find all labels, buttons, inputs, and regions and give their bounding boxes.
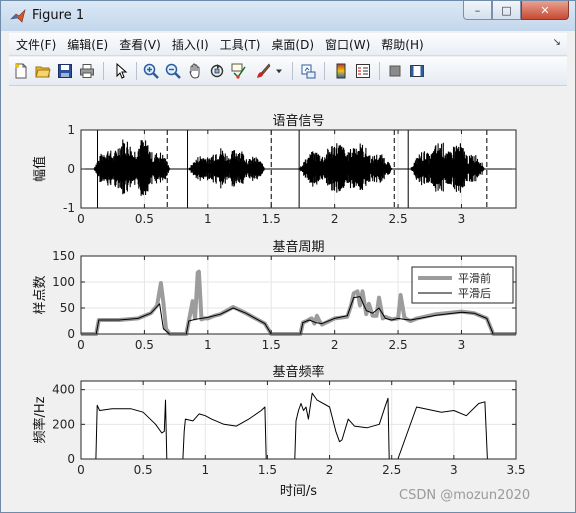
chart-title: 基音频率 — [272, 364, 324, 380]
new-figure-icon[interactable] — [11, 61, 31, 81]
brush-dropdown-icon[interactable] — [273, 61, 285, 81]
menu-tools[interactable]: 工具(T) — [220, 36, 261, 53]
x-tick-label: 0.5 — [134, 463, 153, 477]
y-tick-label: 1 — [67, 123, 75, 137]
chart-title: 语音信号 — [272, 113, 324, 129]
close-button[interactable]: ✕ — [521, 1, 569, 20]
y-axis-label: 频率/Hz — [32, 396, 48, 443]
x-tick-label: 1.5 — [258, 463, 277, 477]
toolbar-separator — [324, 62, 325, 80]
brush-icon[interactable] — [253, 61, 273, 81]
x-tick-label: 1.5 — [262, 338, 281, 352]
x-axis-label: 时间/s — [280, 484, 317, 499]
y-tick-label: 100 — [52, 275, 75, 289]
y-axis-label: 幅值 — [32, 156, 48, 182]
y-tick-label: 400 — [52, 383, 75, 397]
chart-title: 基音周期 — [272, 239, 324, 255]
y-tick-label: 0 — [67, 162, 75, 176]
zoom-in-icon[interactable] — [141, 61, 161, 81]
save-icon[interactable] — [55, 61, 75, 81]
y-axis-label: 样点数 — [33, 275, 48, 314]
toolbar-separator — [379, 62, 380, 80]
y-tick-label: 150 — [52, 249, 75, 263]
axes-3 — [80, 380, 517, 460]
y-tick-label: -1 — [63, 201, 75, 215]
x-tick-label: 3 — [450, 463, 458, 477]
dock-arrow-icon[interactable]: ↘ — [553, 37, 561, 48]
x-tick-label: 2 — [331, 212, 339, 226]
zoom-out-icon[interactable] — [163, 61, 183, 81]
matlab-logo-icon — [10, 9, 26, 23]
colorbar-icon[interactable] — [331, 61, 351, 81]
x-tick-label: 2.5 — [382, 463, 401, 477]
toolbar-separator — [103, 62, 104, 80]
x-tick-label: 3 — [458, 212, 466, 226]
menu-view[interactable]: 查看(V) — [119, 36, 161, 53]
y-tick-label: 50 — [60, 301, 75, 315]
hide-plot-tools-icon[interactable] — [385, 61, 405, 81]
x-tick-label: 1 — [204, 338, 212, 352]
menu-window[interactable]: 窗口(W) — [325, 36, 370, 53]
legend-icon[interactable] — [353, 61, 373, 81]
pointer-icon[interactable] — [111, 61, 131, 81]
figure-window: Figure 1 – □ ✕ 文件(F) 编辑(E) 查看(V) 插入(I) 工… — [0, 0, 576, 513]
x-tick-label: 2.5 — [389, 212, 408, 226]
x-tick-label: 0 — [77, 212, 85, 226]
legend-label: 平滑前 — [458, 271, 491, 285]
figure-toolbar — [9, 57, 567, 86]
window-title: Figure 1 — [32, 8, 85, 23]
data-cursor-icon[interactable] — [229, 61, 249, 81]
y-tick-label: 0 — [67, 327, 75, 341]
minimize-icon: – — [474, 3, 481, 17]
x-tick-label: 3.5 — [506, 463, 525, 477]
figure-plots: 0 0.5 1 1.5 2 2.5 3-101语音信号幅值0 0.5 1 1.5 2 2.5 30501… — [32, 113, 526, 499]
toolbar-separator — [136, 62, 137, 80]
close-icon: ✕ — [540, 3, 550, 17]
figure-canvas[interactable]: 0 0.5 1 1.5 2 2.5 3 -1 0 1 语音信号 幅值 0 0.5 1 1.5 2 2.5 3 0 50 1… — [9, 87, 567, 505]
x-tick-label: 2 — [331, 338, 339, 352]
menu-bar: 文件(F) 编辑(E) 查看(V) 插入(I) 工具(T) 桌面(D) 窗口(W… — [9, 33, 567, 56]
open-file-icon[interactable] — [33, 61, 53, 81]
menu-edit[interactable]: 编辑(E) — [67, 36, 108, 53]
y-tick-label: 200 — [52, 417, 75, 431]
axes-2 — [80, 255, 517, 336]
toolbar-separator — [292, 62, 293, 80]
x-tick-label: 1 — [204, 212, 212, 226]
x-tick-label: 2 — [326, 463, 334, 477]
show-plot-tools-icon[interactable] — [407, 61, 427, 81]
y-tick-label: 0 — [67, 452, 75, 466]
window-controls: – □ ✕ — [463, 1, 569, 21]
plot-area — [81, 381, 516, 459]
watermark-text: CSDN @mozun2020 — [399, 488, 531, 503]
rotate-3d-icon[interactable] — [207, 61, 227, 81]
title-bar[interactable]: Figure 1 – □ ✕ — [1, 1, 575, 31]
x-tick-label: 1.5 — [262, 212, 281, 226]
pan-hand-icon[interactable] — [185, 61, 205, 81]
x-tick-label: 0.5 — [135, 212, 154, 226]
axes-1 — [80, 129, 517, 209]
menu-help[interactable]: 帮助(H) — [381, 36, 423, 53]
link-plot-icon[interactable] — [298, 61, 318, 81]
x-tick-label: 2.5 — [389, 338, 408, 352]
menu-file[interactable]: 文件(F) — [16, 36, 56, 53]
x-tick-label: 0 — [77, 338, 85, 352]
minimize-button[interactable]: – — [463, 1, 492, 20]
x-tick-label: 0.5 — [135, 338, 154, 352]
menu-insert[interactable]: 插入(I) — [172, 36, 209, 53]
x-tick-label: 0 — [77, 463, 85, 477]
x-tick-label: 3 — [458, 338, 466, 352]
legend-label: 平滑后 — [458, 287, 491, 300]
print-icon[interactable] — [77, 61, 97, 81]
menu-desktop[interactable]: 桌面(D) — [271, 36, 314, 53]
maximize-button[interactable]: □ — [492, 1, 521, 20]
maximize-icon: □ — [501, 3, 512, 17]
x-tick-label: 1 — [201, 463, 209, 477]
